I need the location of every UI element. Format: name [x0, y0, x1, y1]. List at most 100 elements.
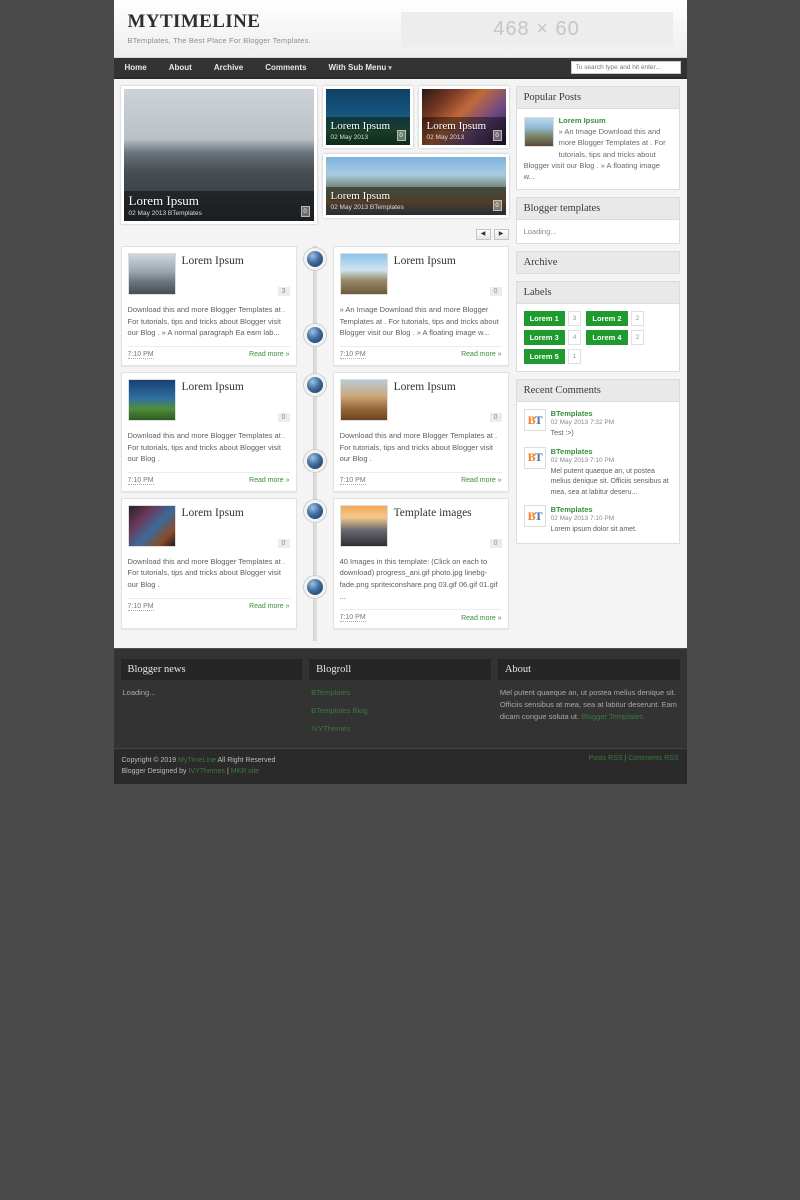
slide-comment-badge: 0: [492, 200, 502, 211]
main-column: Lorem Ipsum 02 May 2013 BTemplates 0 Lor…: [120, 86, 509, 642]
designer-link-secondary[interactable]: MKR site: [231, 768, 259, 775]
blogroll-link[interactable]: IVYThemes: [311, 723, 489, 735]
widget-title[interactable]: Archive: [515, 251, 680, 275]
timeline-post-card[interactable]: Lorem Ipsum 0 Download this and more Blo…: [120, 371, 297, 492]
label-chip[interactable]: Lorem 5: [523, 349, 565, 365]
timeline-post-card[interactable]: Lorem Ipsum 0 Download this and more Blo…: [332, 371, 509, 492]
post-title[interactable]: Lorem Ipsum: [182, 505, 244, 547]
comment-item[interactable]: BT BTemplates 02 May 2013 7:10 PM Mel pu…: [523, 446, 672, 499]
slider-slide-wide[interactable]: Lorem Ipsum 02 May 2013 BTemplates 0: [322, 154, 509, 218]
post-thumbnail[interactable]: [339, 253, 388, 295]
widget-body: Loading...: [515, 219, 680, 245]
about-link[interactable]: Blogger Templates: [581, 712, 643, 721]
label-item: Lorem 3 4: [523, 330, 582, 346]
widget-body: Lorem 1 3 Lorem 2 2 Lorem 3 4 Lorem 4 2 …: [515, 303, 680, 373]
timeline-post-card[interactable]: Template images 0 40 Images in this temp…: [332, 497, 509, 630]
widget-title: Recent Comments: [515, 379, 680, 402]
read-more-link[interactable]: Read more »: [461, 351, 501, 358]
post-thumbnail[interactable]: [127, 504, 176, 547]
blogroll-link[interactable]: BTemplates: [311, 687, 489, 699]
nav-item-about[interactable]: About: [158, 57, 203, 78]
page-container: MYTIMELINE BTemplates, The Best Place Fo…: [113, 0, 687, 784]
copyright-line: Copyright © 2019 MyTimeLine All Right Re…: [122, 755, 276, 766]
blogroll-link[interactable]: BTemplates Blog: [311, 705, 489, 717]
post-thumbnail[interactable]: [127, 378, 176, 421]
comment-item[interactable]: BT BTemplates 02 May 2013 7:10 PM Lorem …: [523, 505, 672, 536]
posts-rss-link[interactable]: Posts RSS: [589, 755, 623, 762]
footer-column-blogroll: Blogroll BTemplates BTemplates Blog IVYT…: [309, 659, 491, 740]
blogger-avatar-icon: BT: [523, 505, 546, 528]
post-comment-count: 3: [277, 287, 290, 296]
read-more-link[interactable]: Read more »: [249, 351, 289, 358]
search-input[interactable]: [570, 61, 681, 74]
read-more-link[interactable]: Read more »: [249, 603, 289, 610]
widget-body: Lorem Ipsum » An Image Download this and…: [515, 108, 680, 191]
slider-slide-main[interactable]: Lorem Ipsum 02 May 2013 BTemplates 0: [120, 86, 317, 224]
designed-by-line: Blogger Designed by IVYThemes | MKR site: [122, 766, 276, 777]
widget-recent-comments: Recent Comments BT BTemplates 02 May 201…: [515, 379, 680, 544]
slider-next-button[interactable]: ▶: [493, 229, 509, 240]
label-item: Lorem 2 2: [586, 311, 645, 327]
popular-post-item[interactable]: Lorem Ipsum » An Image Download this and…: [523, 116, 672, 182]
ad-banner-468x60[interactable]: 468 × 60: [400, 12, 673, 47]
slider-prev-button[interactable]: ◀: [475, 229, 491, 240]
label-chip[interactable]: Lorem 1: [523, 311, 565, 327]
rss-separator: |: [624, 755, 627, 763]
nav-item-archive[interactable]: Archive: [203, 57, 254, 78]
comment-author[interactable]: BTemplates: [551, 505, 637, 514]
site-description: BTemplates, The Best Place For Blogger T…: [127, 35, 311, 45]
post-header: Lorem Ipsum: [127, 378, 290, 421]
read-more-link[interactable]: Read more »: [461, 615, 501, 622]
post-title[interactable]: Lorem Ipsum: [182, 379, 244, 421]
label-item: Lorem 1 3: [523, 311, 582, 327]
post-title[interactable]: Template images: [394, 505, 472, 547]
post-thumbnail[interactable]: [339, 378, 388, 421]
nav-item-with-sub-menu[interactable]: With Sub Menu: [318, 57, 403, 79]
label-chip[interactable]: Lorem 4: [586, 330, 628, 346]
site-title[interactable]: MYTIMELINE: [128, 11, 311, 33]
comment-item[interactable]: BT BTemplates 02 May 2013 7:32 PM Test :…: [523, 409, 672, 440]
popular-post-thumbnail[interactable]: [523, 117, 554, 147]
footer-widget-title: About: [497, 659, 680, 681]
post-time: 7:10 PM: [127, 476, 154, 485]
comments-rss-link[interactable]: Comments RSS: [628, 755, 678, 762]
designed-separator: |: [226, 768, 229, 776]
post-comment-count: 0: [489, 538, 502, 548]
slider-slide-small-2[interactable]: Lorem Ipsum 02 May 2013 0: [418, 86, 509, 148]
copyright-brand-link[interactable]: MyTimeLine: [178, 757, 216, 764]
label-count: 3: [567, 311, 582, 327]
post-title[interactable]: Lorem Ipsum: [394, 253, 456, 295]
post-thumbnail[interactable]: [127, 253, 176, 295]
nav-item-comments[interactable]: Comments: [254, 57, 317, 78]
read-more-link[interactable]: Read more »: [249, 477, 289, 484]
post-comment-count: 0: [277, 412, 290, 422]
nav-item-home[interactable]: Home: [114, 57, 158, 78]
comment-author[interactable]: BTemplates: [551, 447, 672, 456]
comment-author[interactable]: BTemplates: [551, 409, 615, 418]
widget-blogger-templates: Blogger templates Loading...: [515, 197, 680, 245]
sidebar: Popular Posts Lorem Ipsum » An Image Dow…: [515, 86, 680, 641]
post-title[interactable]: Lorem Ipsum: [182, 253, 244, 295]
blogger-avatar-icon: BT: [523, 409, 546, 432]
slider-slide-small-1[interactable]: Lorem Ipsum 02 May 2013 0: [322, 86, 413, 148]
timeline-post-card[interactable]: Lorem Ipsum 0 » An Image Download this a…: [332, 246, 509, 366]
label-count: 2: [630, 311, 645, 327]
timeline-post-card[interactable]: Lorem Ipsum 0 Download this and more Blo…: [120, 497, 297, 630]
widget-title: Blogger templates: [515, 197, 680, 220]
widget-archive: Archive: [515, 251, 680, 275]
slider-navigation: ◀ ▶: [121, 229, 509, 240]
label-chip[interactable]: Lorem 3: [523, 330, 565, 346]
read-more-link[interactable]: Read more »: [461, 477, 501, 484]
timeline-post-card[interactable]: Lorem Ipsum 3 Download this and more Blo…: [120, 246, 297, 366]
slide-comment-badge: 0: [300, 206, 310, 217]
footer-widget-title: Blogger news: [120, 659, 303, 681]
comment-text: Lorem ipsum dolor sit amet.: [550, 526, 637, 534]
post-thumbnail[interactable]: [339, 504, 388, 547]
post-title[interactable]: Lorem Ipsum: [394, 379, 456, 421]
label-chip[interactable]: Lorem 2: [586, 311, 628, 327]
post-footer: 7:10 PM Read more »: [127, 597, 290, 611]
footer-widget-body: Loading...: [122, 688, 156, 698]
designer-link[interactable]: IVYThemes: [188, 768, 225, 775]
label-item: Lorem 4 2: [586, 330, 645, 346]
post-excerpt: Download this and more Blogger Templates…: [339, 430, 498, 464]
